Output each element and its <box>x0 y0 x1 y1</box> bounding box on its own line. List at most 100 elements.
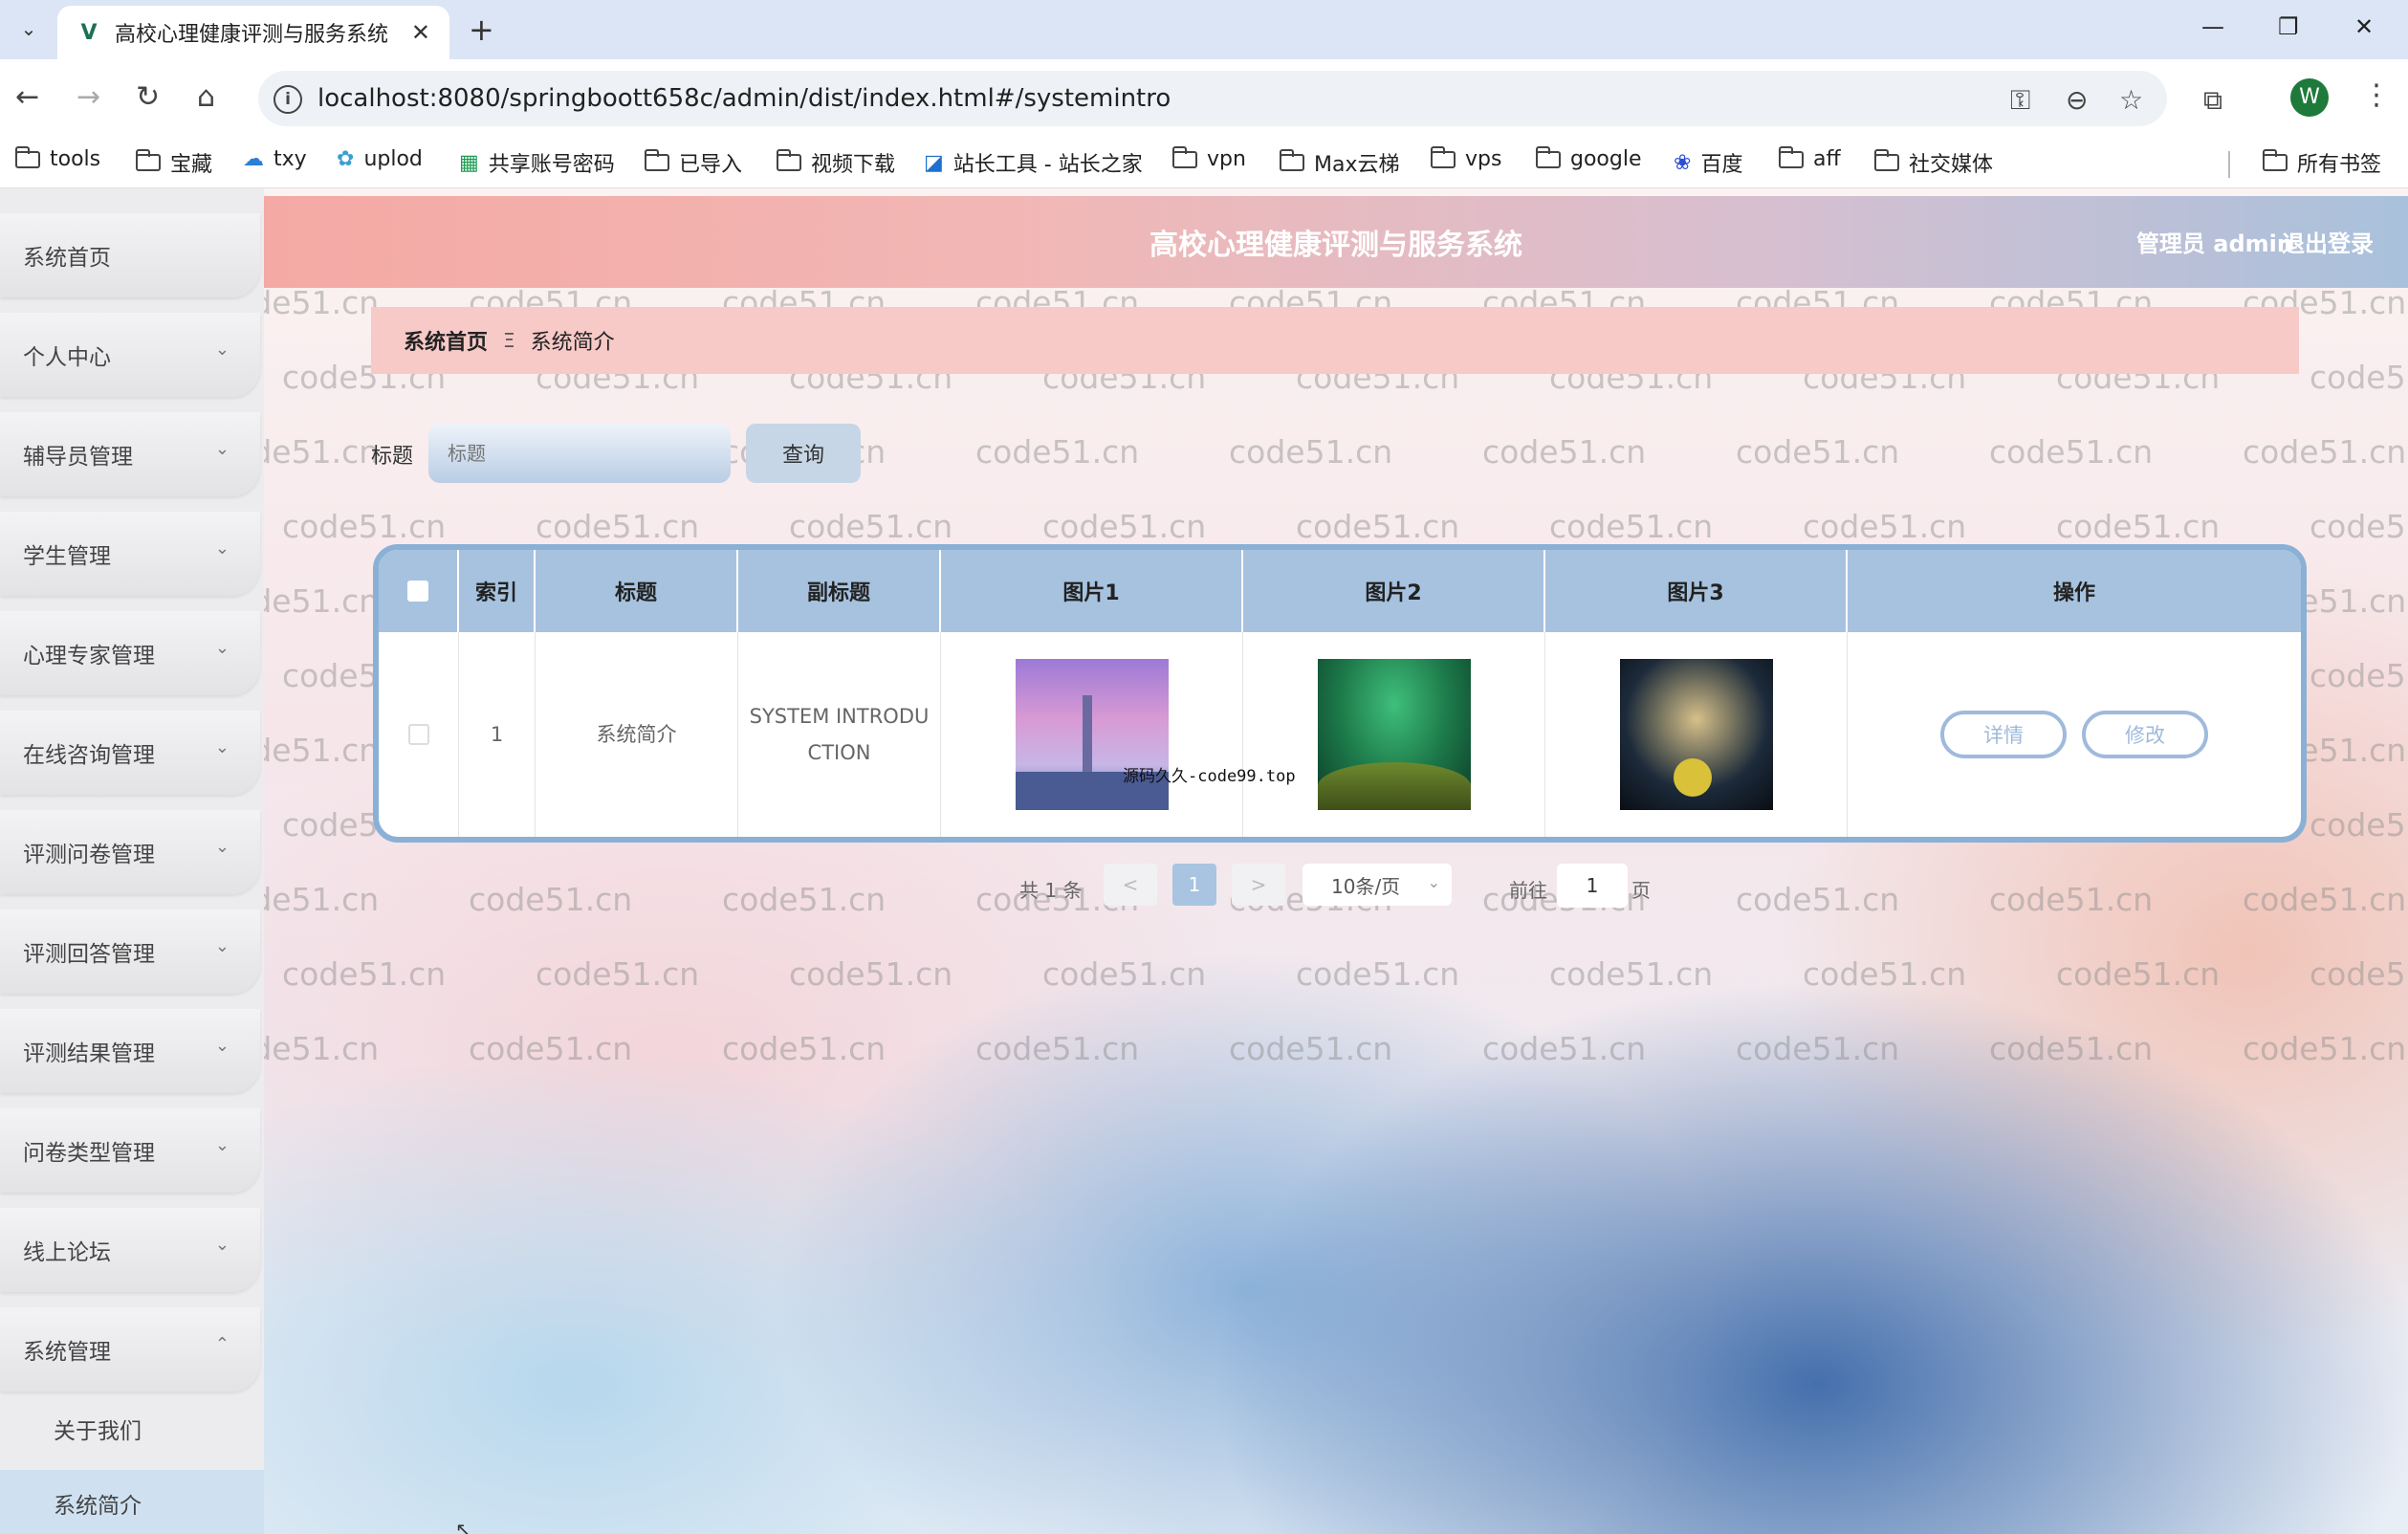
forward-icon[interactable]: → <box>77 80 100 114</box>
cell-image2 <box>1243 632 1545 837</box>
edit-button[interactable]: 修改 <box>2082 711 2208 758</box>
watermark-text: code51.cn <box>2309 508 2408 545</box>
sidebar-item-questionnaire-types[interactable]: 问卷类型管理 ⌄ <box>0 1108 260 1193</box>
bookmark-chinaz[interactable]: ◪ 站长工具 - 站长之家 <box>924 147 1143 178</box>
bookmark-uplod[interactable]: ✿ uplod <box>337 147 423 171</box>
bookmark-star-icon[interactable]: ☆ <box>2119 84 2143 116</box>
extensions-icon[interactable]: ⧉ <box>2203 84 2222 117</box>
browser-tab-active[interactable]: V 高校心理健康评测与服务系统 ✕ <box>57 6 449 59</box>
site-info-icon[interactable]: i <box>274 85 302 114</box>
green-nature-image[interactable] <box>1317 659 1471 810</box>
prev-page-button[interactable]: < <box>1104 864 1157 906</box>
app-title: 高校心理健康评测与服务系统 <box>1149 229 1522 262</box>
chevron-down-icon: ⌄ <box>214 1036 230 1056</box>
chevron-down-icon: ⌄ <box>214 837 230 857</box>
cell-actions: 详情 修改 <box>1848 632 2301 837</box>
folder-icon <box>1536 145 1561 168</box>
folder-icon <box>1172 145 1197 168</box>
sidebar-subitem-intro[interactable]: 系统简介 <box>0 1470 264 1534</box>
mouse-cursor-icon: ↖ <box>455 1518 471 1534</box>
sidebar-item-answers[interactable]: 评测回答管理 ⌄ <box>0 909 260 994</box>
sidebar-item-consult[interactable]: 在线咨询管理 ⌄ <box>0 711 260 795</box>
title-search-input[interactable] <box>428 424 731 483</box>
back-icon[interactable]: ← <box>15 80 39 114</box>
sidebar-subitem-about[interactable]: 关于我们 <box>0 1395 264 1462</box>
new-tab-icon[interactable]: + <box>469 11 494 48</box>
goto-page-input[interactable] <box>1557 864 1628 908</box>
sidebar-item-personal-center[interactable]: 个人中心 ⌄ <box>0 313 260 397</box>
sidebar-item-counselor[interactable]: 辅导员管理 ⌄ <box>0 412 260 496</box>
watermark-text: code51.cn <box>2056 955 2221 993</box>
sidebar-item-expert[interactable]: 心理专家管理 ⌄ <box>0 611 260 695</box>
page-number-button[interactable]: 1 <box>1172 864 1216 906</box>
zoom-icon[interactable]: ⊖ <box>2066 84 2088 116</box>
bookmark-max[interactable]: Max云梯 <box>1280 147 1399 178</box>
search-button[interactable]: 查询 <box>746 424 861 483</box>
tab-search-icon[interactable]: ⌄ <box>13 13 44 44</box>
folder-icon <box>645 149 669 171</box>
breadcrumb-current: 系统简介 <box>530 331 615 355</box>
detail-button[interactable]: 详情 <box>1940 711 2067 758</box>
breadcrumb-home[interactable]: 系统首页 <box>404 325 488 356</box>
watermark-text: code51.cn <box>1042 508 1207 545</box>
bookmark-google[interactable]: google <box>1536 145 1642 171</box>
sidebar-item-student[interactable]: 学生管理 ⌄ <box>0 512 260 596</box>
sidebar-item-system[interactable]: 系统管理 ⌃ <box>0 1307 260 1392</box>
bookmark-vpn[interactable]: vpn <box>1172 145 1246 171</box>
minimize-icon[interactable]: — <box>2201 13 2224 40</box>
restore-icon[interactable]: ❐ <box>2278 13 2299 40</box>
watermark-text: code51.cn <box>1296 508 1460 545</box>
watermark-text: code51.cn <box>975 1030 1140 1067</box>
watermark-text: code51.cn <box>1549 955 1714 993</box>
sidebar-item-label: 学生管理 <box>23 544 111 569</box>
page-size-select[interactable]: 10条/页 ⌄ <box>1303 864 1452 906</box>
reload-icon[interactable]: ↻ <box>136 80 160 114</box>
sidebar-subitem-label: 系统简介 <box>54 1494 142 1519</box>
sidebar-item-label: 辅导员管理 <box>23 445 133 470</box>
sidebar-item-results[interactable]: 评测结果管理 ⌄ <box>0 1009 260 1093</box>
column-header: 图片2 <box>1243 550 1545 632</box>
sidebar-item-forum[interactable]: 线上论坛 ⌄ <box>0 1208 260 1292</box>
app-header: 高校心理健康评测与服务系统 管理员 admin 退出登录 <box>264 196 2408 288</box>
window-close-icon[interactable]: ✕ <box>2354 13 2374 40</box>
url-text[interactable]: localhost:8080/springboott658c/admin/dis… <box>317 84 1171 113</box>
bookmark-social-media[interactable]: 社交媒体 <box>1874 147 1993 178</box>
close-tab-icon[interactable]: ✕ <box>411 19 430 46</box>
column-header: 副标题 <box>738 550 941 632</box>
watermark-text: code51.cn <box>469 1030 633 1067</box>
profile-avatar[interactable]: W <box>2290 78 2329 117</box>
bookmarks-bar: tools 宝藏 ☁ txy ✿ uplod ▦ 共享账号密码 已导入 视频下载 ◪ 站… <box>0 140 2408 188</box>
bookmark-video-download[interactable]: 视频下载 <box>777 147 895 178</box>
row-checkbox[interactable] <box>407 724 429 745</box>
folder-icon <box>15 145 40 168</box>
sidebar-item-label: 个人中心 <box>23 345 111 370</box>
bookmark-baidu[interactable]: ❀ 百度 <box>1674 147 1742 178</box>
watermark-text: code51.cn <box>789 508 953 545</box>
bookmark-vps[interactable]: vps <box>1431 145 1501 171</box>
next-page-button[interactable]: > <box>1232 864 1285 906</box>
city-skyline-image[interactable] <box>1015 659 1169 810</box>
bookmark-aff[interactable]: aff <box>1779 145 1841 171</box>
browser-menu-icon[interactable]: ⋮ <box>2362 78 2391 112</box>
bookmark-treasure[interactable]: 宝藏 <box>136 147 212 178</box>
logout-button[interactable]: 退出登录 <box>2282 225 2374 258</box>
password-key-icon[interactable]: ⚿ <box>2010 84 2030 117</box>
chevron-down-icon: ⌄ <box>214 1135 230 1155</box>
sidebar: 系统首页 个人中心 ⌄ 辅导员管理 ⌄ 学生管理 ⌄ 心理专家管理 ⌄ 在线咨询管理 ⌄ … <box>0 188 264 1534</box>
chevron-down-icon: ⌄ <box>214 439 230 459</box>
bookmark-imported[interactable]: 已导入 <box>645 147 742 178</box>
bookmark-tools[interactable]: tools <box>15 145 100 171</box>
select-all-checkbox[interactable] <box>407 581 428 602</box>
bookmark-shared-accounts[interactable]: ▦ 共享账号密码 <box>459 147 615 178</box>
home-icon[interactable]: ⌂ <box>197 80 215 114</box>
current-user: 管理员 admin <box>2135 230 2293 257</box>
address-bar[interactable]: i localhost:8080/springboott658c/admin/d… <box>258 71 2167 126</box>
table-header: 索引 标题 副标题 图片1 图片2 图片3 操作 <box>379 550 2301 632</box>
bookmark-txy[interactable]: ☁ txy <box>243 147 307 171</box>
watermark-text: code51.cn <box>2056 508 2221 545</box>
subtitle-line: SYSTEM INTRODU <box>749 705 930 728</box>
earth-planet-image[interactable] <box>1619 659 1773 810</box>
sidebar-item-label: 系统首页 <box>23 246 111 271</box>
bookmark-all[interactable]: 所有书签 <box>2263 147 2381 178</box>
sidebar-item-home[interactable]: 系统首页 <box>0 213 260 297</box>
